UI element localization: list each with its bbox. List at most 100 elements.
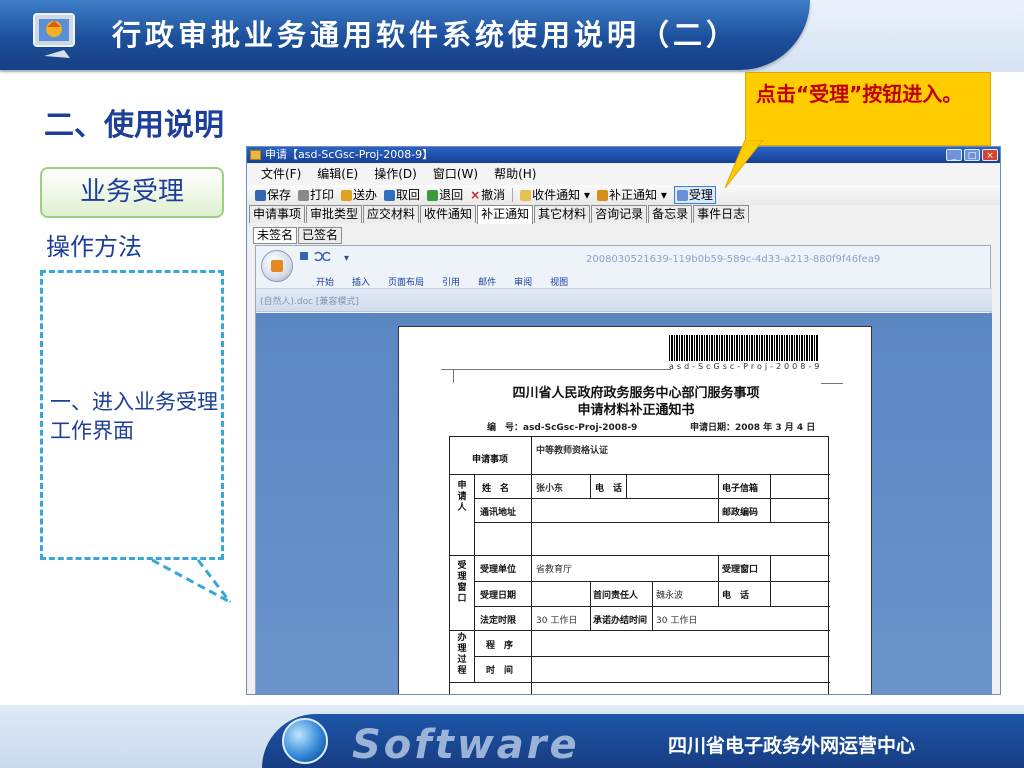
- ribbon-band: [256, 288, 992, 312]
- tab-approval-type[interactable]: 审批类型: [306, 205, 363, 223]
- menu-window[interactable]: 窗口(W): [433, 164, 478, 185]
- form-divider: [718, 555, 719, 606]
- ribbon-view[interactable]: 视图: [550, 275, 568, 288]
- form-label: 承诺办结时间: [593, 616, 648, 626]
- supplement-notice-icon: [597, 189, 608, 201]
- toolbar: 保存 打印 送办 取回 退回 × 撤消 收件通知 ▾ 补正通知 ▾ 受理: [247, 185, 1000, 205]
- receipt-notice-label: 收件通知 ▾: [532, 188, 590, 202]
- minimize-button[interactable]: _: [946, 149, 962, 161]
- retrieve-label: 取回: [396, 188, 421, 202]
- tab-required-materials[interactable]: 应交材料: [363, 205, 420, 223]
- menu-edit[interactable]: 编辑(E): [317, 164, 358, 185]
- print-label: 打印: [310, 188, 335, 202]
- form-label: 时 间: [486, 666, 514, 676]
- ribbon-layout[interactable]: 页面布局: [388, 275, 424, 288]
- form-divider: [652, 581, 653, 630]
- return-button[interactable]: 退回: [427, 185, 463, 205]
- menu-file[interactable]: 文件(F): [261, 164, 301, 185]
- accept-button[interactable]: 受理: [673, 186, 716, 204]
- form-divider: [474, 498, 830, 499]
- ribbon-mailings[interactable]: 邮件: [478, 275, 496, 288]
- form-divider: [770, 474, 771, 522]
- form-value: 省教育厅: [536, 565, 573, 575]
- form-divider: [770, 555, 771, 606]
- tab-supplement-notice[interactable]: 补正通知: [477, 205, 534, 224]
- send-icon: [341, 189, 353, 201]
- form-divider: [590, 474, 591, 498]
- undo-button[interactable]: × 撤消: [470, 185, 505, 205]
- subtab-signed[interactable]: 已签名: [298, 227, 343, 244]
- document-mode: (自然人).doc [兼容模式]: [260, 297, 359, 307]
- form-divider: [450, 682, 830, 683]
- form-label: 受理窗口: [457, 561, 467, 604]
- form-divider: [450, 555, 830, 556]
- form-label: 办理过程: [457, 633, 467, 676]
- tab-other-materials[interactable]: 其它材料: [534, 205, 591, 223]
- maximize-button[interactable]: □: [964, 149, 980, 161]
- menu-help[interactable]: 帮助(H): [494, 164, 536, 185]
- ribbon-references[interactable]: 引用: [442, 275, 460, 288]
- document-page: asd-ScGsc-Proj-2008-9 四川省人民政府政务服务中心部门服务事…: [398, 326, 872, 694]
- callout-note: 点击“受理”按钮进入。: [745, 72, 991, 146]
- form-divider: [474, 656, 830, 657]
- page-margin-mark: [453, 369, 454, 383]
- supplement-notice-label: 补正通知 ▾: [609, 188, 667, 202]
- app-icon: [250, 150, 261, 160]
- form-divider: [450, 474, 830, 475]
- header-title: 行政审批业务通用软件系统使用说明（二）: [112, 18, 740, 52]
- ribbon-review[interactable]: 审阅: [514, 275, 532, 288]
- tab-application-item[interactable]: 申请事项: [249, 205, 306, 223]
- save-button[interactable]: 保存: [255, 185, 291, 205]
- window-title: 申请【asd-ScGsc-Proj-2008-9】: [265, 148, 434, 161]
- quick-access-dropdown[interactable]: ▾: [344, 253, 351, 264]
- ribbon-home[interactable]: 开始: [316, 275, 334, 288]
- business-accept-button[interactable]: 业务受理: [40, 167, 224, 218]
- window-titlebar: 申请【asd-ScGsc-Proj-2008-9】 _ □ ×: [247, 147, 1000, 163]
- word-viewer: ▾ 2008030521639-119b0b59-589c-4d33-a213-…: [255, 245, 992, 694]
- retrieve-button[interactable]: 取回: [384, 185, 420, 205]
- tab-event-log[interactable]: 事件日志: [693, 205, 750, 223]
- form-value: 中等教师资格认证: [536, 446, 609, 456]
- menu-operation[interactable]: 操作(D): [374, 164, 417, 185]
- accept-label: 受理: [688, 188, 713, 202]
- application-window: 申请【asd-ScGsc-Proj-2008-9】 _ □ × 文件(F) 编辑…: [246, 146, 1001, 695]
- send-button[interactable]: 送办: [341, 185, 377, 205]
- quick-access-toolbar[interactable]: ▾: [300, 251, 351, 264]
- form-label: 受理窗口: [722, 565, 759, 575]
- footer-organization: 四川省电子政务外网运营中心: [668, 735, 916, 757]
- doc-date: 申请日期：2008 年 3 月 4 日: [690, 423, 816, 433]
- tab-consult-records[interactable]: 咨询记录: [591, 205, 648, 223]
- form-divider: [718, 474, 719, 522]
- form-divider: [626, 474, 627, 498]
- ribbon-insert[interactable]: 插入: [352, 275, 370, 288]
- toolbar-separator: [512, 188, 514, 202]
- tab-receipt-notice[interactable]: 收件通知: [420, 205, 477, 223]
- form-label: 电子信箱: [722, 484, 759, 494]
- note-tail-icon: [151, 558, 232, 604]
- send-label: 送办: [353, 188, 378, 202]
- form-divider: [590, 581, 591, 630]
- form-label: 申请事项: [472, 455, 509, 465]
- form-label: 受理日期: [480, 591, 517, 601]
- quick-access-icons: [300, 251, 331, 262]
- print-button[interactable]: 打印: [298, 185, 334, 205]
- form-label: 电 话: [722, 591, 750, 601]
- office-button[interactable]: [261, 250, 293, 282]
- close-button[interactable]: ×: [982, 149, 998, 161]
- tab-memo[interactable]: 备忘录: [648, 205, 693, 223]
- notice-form: 申请事项 中等教师资格认证 申请人 姓 名 张小东 电 话 电子信箱 通讯地址 …: [449, 436, 830, 694]
- method-label: 操作方法: [46, 233, 142, 261]
- form-value: 张小东: [536, 484, 564, 494]
- subtab-strip: 未签名 已签名: [253, 227, 343, 244]
- form-label: 通讯地址: [480, 508, 517, 518]
- form-label: 法定时限: [480, 616, 517, 626]
- supplement-notice-button[interactable]: 补正通知 ▾: [597, 185, 667, 205]
- save-label: 保存: [267, 188, 292, 202]
- subtab-unsigned[interactable]: 未签名: [253, 227, 298, 244]
- undo-icon: ×: [470, 188, 481, 202]
- callout-pointer-icon: [724, 140, 764, 189]
- receipt-notice-button[interactable]: 收件通知 ▾: [520, 185, 590, 205]
- note-text: 一、进入业务受理工作界面: [50, 390, 218, 443]
- form-label: 首问责任人: [593, 591, 639, 601]
- form-divider: [450, 630, 830, 631]
